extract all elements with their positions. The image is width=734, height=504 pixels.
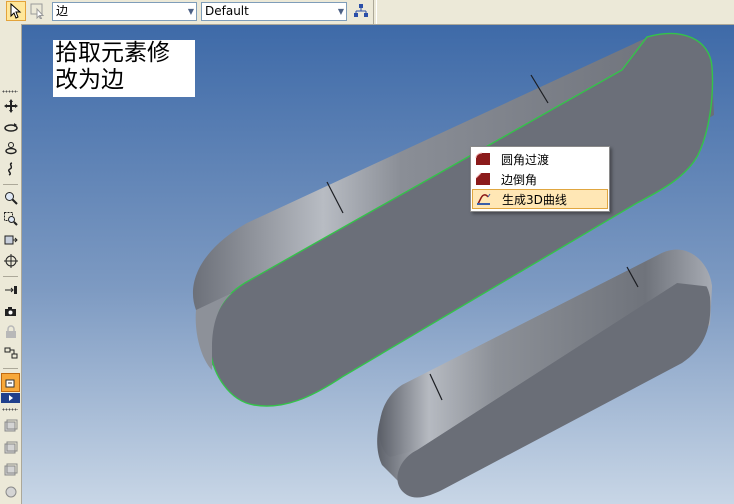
chevron-down-icon[interactable]: ▼ (188, 3, 194, 20)
view-tool-icon[interactable] (1, 343, 20, 362)
fillet-icon (474, 151, 492, 167)
arrow-cursor-icon[interactable] (6, 1, 26, 21)
menu-item-label: 边倒角 (501, 172, 538, 187)
sheet4-icon[interactable] (1, 482, 20, 501)
hierarchy-icon[interactable] (351, 1, 371, 21)
toolbar-separator (3, 184, 18, 185)
toolbar-grip[interactable] (2, 408, 18, 411)
top-toolbar: 边 ▼ Default ▼ (0, 0, 734, 25)
view-style-value: Default (205, 4, 249, 18)
view-center-icon[interactable] (1, 251, 20, 270)
color-icon[interactable] (1, 373, 20, 392)
element-filter-select[interactable]: 边 ▼ (52, 2, 197, 21)
toolbar-separator (3, 276, 18, 277)
scroll-arrow-icon[interactable] (1, 393, 20, 403)
pan-icon[interactable] (1, 96, 20, 115)
menu-item-chamfer[interactable]: 边倒角 (472, 169, 608, 189)
zoom-icon[interactable] (1, 188, 20, 207)
zoom-window-icon[interactable] (1, 209, 20, 228)
3d-viewport[interactable]: 拾取元素修 改为边 圆角过渡 边倒角 生成3D曲线 (22, 25, 734, 504)
chamfer-icon (474, 171, 492, 187)
camera-icon[interactable] (1, 301, 20, 320)
sheet1-icon[interactable] (1, 416, 20, 435)
toolbar-separator (373, 0, 377, 24)
walk-icon[interactable] (1, 159, 20, 178)
select-filter-icon[interactable] (28, 1, 48, 21)
rotate-icon[interactable] (1, 117, 20, 136)
3d-curve-icon (475, 191, 493, 207)
toolbar-separator (3, 368, 18, 369)
toolbar-grip[interactable] (2, 90, 18, 93)
zoom-fit-icon[interactable] (1, 230, 20, 249)
menu-item-fillet[interactable]: 圆角过渡 (472, 149, 608, 169)
annotation-line2: 改为边 (55, 67, 124, 93)
orbit-icon[interactable] (1, 138, 20, 157)
menu-item-3d-curve[interactable]: 生成3D曲线 (472, 189, 608, 209)
chevron-down-icon[interactable]: ▼ (338, 3, 344, 20)
camera-target-icon[interactable] (1, 280, 20, 299)
left-toolbar (0, 24, 22, 504)
sheet2-icon[interactable] (1, 438, 20, 457)
view-style-select[interactable]: Default ▼ (201, 2, 347, 21)
lock-icon[interactable] (1, 322, 20, 341)
menu-item-label: 圆角过渡 (501, 152, 550, 167)
context-menu: 圆角过渡 边倒角 生成3D曲线 (470, 146, 610, 212)
annotation-textbox: 拾取元素修 改为边 (53, 40, 195, 97)
menu-item-label: 生成3D曲线 (502, 192, 567, 207)
element-filter-value: 边 (56, 4, 69, 18)
annotation-line1: 拾取元素修 (55, 40, 170, 66)
sheet3-icon[interactable] (1, 460, 20, 479)
